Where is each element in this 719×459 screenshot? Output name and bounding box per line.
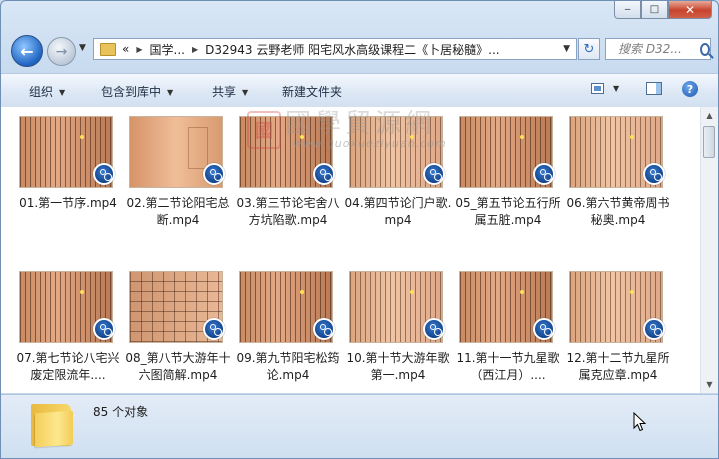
maximize-button[interactable]: □	[641, 1, 668, 19]
recent-pages-dropdown[interactable]: ▼	[79, 43, 86, 53]
command-bar: 组织 ▼ 包含到库中 ▼ 共享 ▼ 新建文件夹 ▼ ?	[1, 73, 718, 108]
file-item[interactable]: 05_第五节论五行所属五脏.mp4	[453, 115, 563, 245]
file-name: 11.第十一节九星歌（西江月）....	[456, 351, 560, 382]
scrollbar-thumb[interactable]	[703, 126, 715, 158]
details-pane: 85 个对象	[1, 394, 718, 458]
video-file-icon	[533, 318, 555, 340]
item-count: 85 个对象	[93, 405, 149, 419]
organize-label: 组织	[29, 85, 54, 99]
file-name: 02.第二节论阳宅总断.mp4	[126, 196, 230, 227]
address-dropdown-icon[interactable]: ▼	[563, 44, 570, 54]
file-item[interactable]: 04.第四节论门户歌.mp4	[343, 115, 453, 245]
search-input[interactable]	[618, 42, 698, 56]
forward-arrow-icon: →	[55, 43, 68, 60]
view-options-dropdown[interactable]: ▼	[613, 84, 619, 93]
file-item[interactable]: 11.第十一节九星歌（西江月）....	[453, 270, 563, 393]
explorer-window: ‒ □ ✕ ← → ▼ « ▶ 国学... ▶ D32943 云野老师 阳宅风水…	[0, 0, 719, 459]
minimize-button[interactable]: ‒	[614, 1, 641, 19]
file-name: 09.第九节阳宅松筠论.mp4	[236, 351, 340, 382]
search-box	[605, 38, 711, 60]
video-file-icon	[423, 318, 445, 340]
include-in-library-label: 包含到库中	[101, 85, 162, 99]
include-in-library-button[interactable]: 包含到库中 ▼	[101, 83, 173, 100]
forward-button[interactable]: →	[47, 37, 76, 66]
breadcrumb-item-guoxue[interactable]: 国学...	[150, 41, 185, 58]
chevron-down-icon: ▼	[242, 88, 249, 97]
file-name: 06.第六节黄帝周书秘奥.mp4	[566, 196, 670, 227]
video-file-icon	[643, 163, 665, 185]
share-button[interactable]: 共享 ▼	[212, 83, 248, 100]
preview-pane-icon[interactable]	[646, 82, 662, 95]
caption-buttons: ‒ □ ✕	[614, 1, 712, 19]
video-file-icon	[93, 163, 115, 185]
address-bar[interactable]: « ▶ 国学... ▶ D32943 云野老师 阳宅风水高级课程二《卜居秘髓》.…	[93, 38, 577, 60]
scroll-up-icon[interactable]: ▲	[701, 107, 718, 124]
file-item[interactable]: 06.第六节黄帝周书秘奥.mp4	[563, 115, 673, 245]
organize-menu-button[interactable]: 组织 ▼	[29, 83, 65, 100]
video-file-icon	[203, 318, 225, 340]
back-arrow-icon: ←	[20, 41, 34, 61]
folder-icon	[100, 42, 116, 56]
file-name: 03.第三节论宅舍八方坑陷歌.mp4	[236, 196, 340, 227]
file-item[interactable]: 02.第二节论阳宅总断.mp4	[123, 115, 233, 245]
video-file-icon	[643, 318, 665, 340]
file-item[interactable]: 10.第十节大游年歌第一.mp4	[343, 270, 453, 393]
video-file-icon	[313, 163, 335, 185]
video-file-icon	[93, 318, 115, 340]
file-item[interactable]: 01.第一节序.mp4	[13, 115, 123, 245]
file-item[interactable]: 12.第十二节九星所属克应章.mp4	[563, 270, 673, 393]
file-name: 04.第四节论门户歌.mp4	[344, 196, 452, 227]
file-name: 12.第十二节九星所属克应章.mp4	[566, 351, 670, 382]
share-label: 共享	[212, 85, 237, 99]
refresh-icon: ↻	[583, 41, 595, 57]
video-file-icon	[203, 163, 225, 185]
refresh-button[interactable]: ↻	[578, 38, 600, 60]
file-list-pane[interactable]: 01.第一节序.mp4 02.第二节论阳宅总断.mp4 03.第三节论宅舍八方坑…	[1, 107, 718, 393]
address-overflow-chevron[interactable]: «	[122, 42, 129, 56]
video-file-icon	[533, 163, 555, 185]
close-button[interactable]: ✕	[668, 1, 712, 19]
vertical-scrollbar[interactable]: ▲ ▼	[700, 107, 718, 393]
search-icon[interactable]	[700, 42, 710, 56]
file-name: 05_第五节论五行所属五脏.mp4	[455, 196, 561, 227]
back-button[interactable]: ←	[11, 35, 43, 67]
new-folder-button[interactable]: 新建文件夹	[282, 83, 342, 100]
file-name: 08_第八节大游年十六图简解.mp4	[125, 351, 231, 382]
file-item[interactable]: 03.第三节论宅舍八方坑陷歌.mp4	[233, 115, 343, 245]
file-item[interactable]: 08_第八节大游年十六图简解.mp4	[123, 270, 233, 393]
scroll-down-icon[interactable]: ▼	[701, 376, 718, 393]
change-view-icon[interactable]	[591, 83, 604, 94]
file-item[interactable]: 09.第九节阳宅松筠论.mp4	[233, 270, 343, 393]
navigation-bar: ← → ▼ « ▶ 国学... ▶ D32943 云野老师 阳宅风水高级课程二《…	[1, 29, 718, 69]
breadcrumb-item-current-folder[interactable]: D32943 云野老师 阳宅风水高级课程二《卜居秘髓》...	[205, 41, 500, 58]
mouse-cursor-icon	[633, 412, 647, 432]
breadcrumb-separator-icon[interactable]: ▶	[136, 45, 142, 54]
file-name: 01.第一节序.mp4	[19, 196, 117, 210]
video-file-icon	[423, 163, 445, 185]
file-item[interactable]: 07.第七节论八宅兴废定限流年....	[13, 270, 123, 393]
chevron-down-icon: ▼	[167, 88, 174, 97]
help-icon[interactable]: ?	[682, 81, 698, 97]
video-file-icon	[313, 318, 335, 340]
breadcrumb-separator-icon[interactable]: ▶	[192, 45, 198, 54]
chevron-down-icon: ▼	[59, 88, 66, 97]
folder-icon	[31, 400, 73, 448]
file-name: 07.第七节论八宅兴废定限流年....	[16, 351, 120, 382]
file-name: 10.第十节大游年歌第一.mp4	[346, 351, 450, 382]
